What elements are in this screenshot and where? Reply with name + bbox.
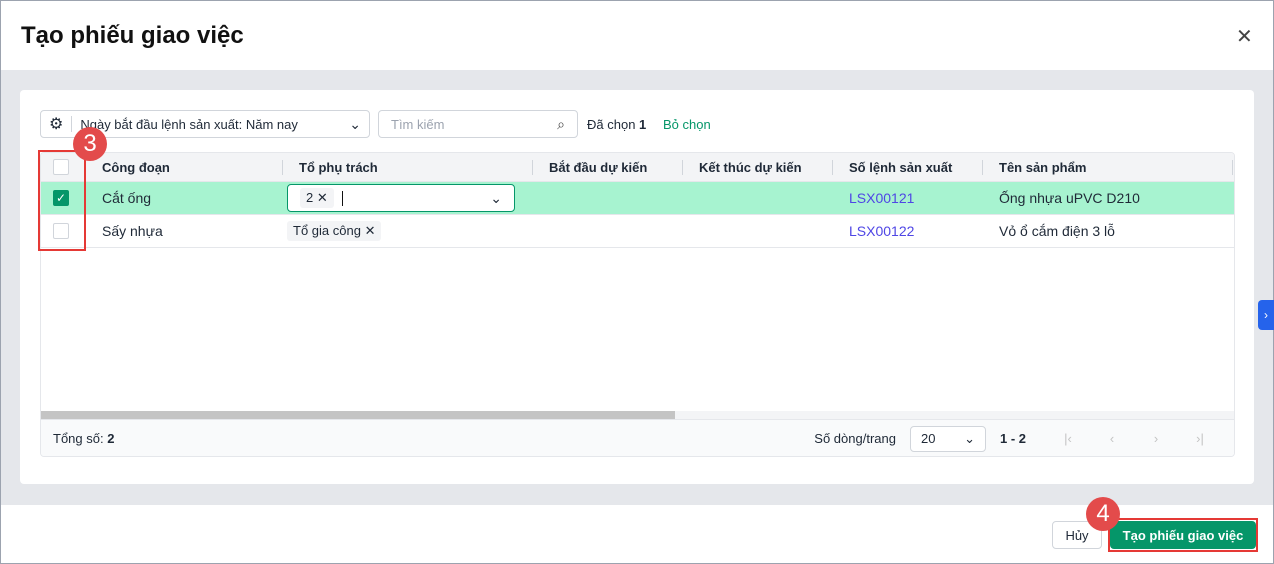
remove-tag-icon[interactable]: ✕ <box>317 190 328 205</box>
page-range: 1 - 2 <box>999 431 1026 446</box>
first-page-icon[interactable]: |‹ <box>1046 431 1090 446</box>
start-cell <box>533 215 683 247</box>
selected-label: Đã chọn <box>587 117 636 132</box>
team-tag: Tổ gia công ✕ <box>287 221 382 241</box>
column-header[interactable]: Bắt đầu dự kiến <box>533 153 683 181</box>
rows-per-page-label: Số dòng/trang <box>814 431 896 446</box>
column-header[interactable]: Tên sản phẩm <box>983 153 1233 181</box>
next-page-icon[interactable]: › <box>1134 431 1178 446</box>
end-cell <box>683 215 833 247</box>
tag-label: Tổ gia công <box>293 223 361 238</box>
create-button[interactable]: Tạo phiếu giao việc <box>1110 521 1256 549</box>
column-header[interactable]: Công đoạn <box>86 153 283 181</box>
dialog-title: Tạo phiếu giao việc <box>21 22 244 49</box>
prev-page-icon[interactable]: ‹ <box>1090 431 1134 446</box>
start-cell <box>533 182 683 214</box>
table-footer: Tổng số: 2 Số dòng/trang 20 ⌄ 1 - 2 |‹ ‹ … <box>41 419 1234 456</box>
total-count: 2 <box>107 431 115 446</box>
search-input[interactable]: Tìm kiếm ⌕ <box>378 110 578 138</box>
end-cell <box>683 182 833 214</box>
team-tag: 2 ✕ <box>300 188 334 208</box>
close-icon[interactable]: ✕ <box>1236 24 1253 49</box>
search-placeholder: Tìm kiếm <box>391 116 445 132</box>
remove-tag-icon[interactable]: ✕ <box>365 223 376 238</box>
unselect-link[interactable]: Bỏ chọn <box>663 117 711 132</box>
tag-label: 2 <box>306 190 314 205</box>
stage-cell: Sấy nhựa <box>102 223 163 239</box>
stage-cell: Cắt ống <box>102 190 152 206</box>
rows-per-page-value: 20 <box>920 431 936 446</box>
search-icon[interactable]: ⌕ <box>557 116 565 133</box>
selected-number: 1 <box>639 117 647 132</box>
order-link[interactable]: LSX00121 <box>833 182 983 214</box>
gear-icon[interactable]: ⚙ <box>49 114 63 134</box>
text-cursor <box>341 190 343 206</box>
column-header[interactable]: Tổ phụ trách <box>283 153 533 181</box>
last-page-icon[interactable]: ›| <box>1178 431 1222 446</box>
team-select[interactable]: 2 ✕ ⌄ <box>287 184 515 212</box>
column-header[interactable]: Kết thúc dự kiến <box>683 153 833 181</box>
product-cell: Vỏ ổ cắm điện 3 lỗ <box>999 223 1115 239</box>
divider <box>71 116 73 132</box>
data-table: Công đoạn Tổ phụ trách Bắt đầu dự kiến K… <box>40 152 1235 457</box>
table-header: Công đoạn Tổ phụ trách Bắt đầu dự kiến K… <box>41 153 1234 182</box>
step-badge: 3 <box>73 127 107 161</box>
scrollbar-thumb[interactable] <box>41 411 675 419</box>
table-row[interactable]: Sấy nhựa Tổ gia công ✕ LSX00122 Vỏ ổ cắm… <box>41 215 1234 248</box>
column-header[interactable]: Số lệnh sản xuất <box>833 153 983 181</box>
step-badge: 4 <box>1086 497 1120 531</box>
selected-count: Đã chọn 1 <box>587 117 646 132</box>
chevron-down-icon: ⌄ <box>490 189 502 206</box>
total-label: Tổng số: <box>53 431 104 446</box>
rows-per-page-select[interactable]: 20 ⌄ <box>909 425 986 452</box>
order-link[interactable]: LSX00122 <box>833 215 983 247</box>
chevron-down-icon: ⌄ <box>964 430 975 446</box>
product-cell: Ống nhựa uPVC D210 <box>999 190 1140 206</box>
table-row[interactable]: ✓ Cắt ống 2 ✕ ⌄ LSX00121 Ống nhựa uPVC D… <box>41 182 1234 215</box>
filter-label: Ngày bắt đầu lệnh sản xuất: Năm nay <box>80 116 298 132</box>
highlight-box-checkboxes <box>38 150 86 251</box>
expand-panel-icon[interactable]: › <box>1258 300 1274 330</box>
chevron-down-icon: ⌄ <box>349 115 361 132</box>
